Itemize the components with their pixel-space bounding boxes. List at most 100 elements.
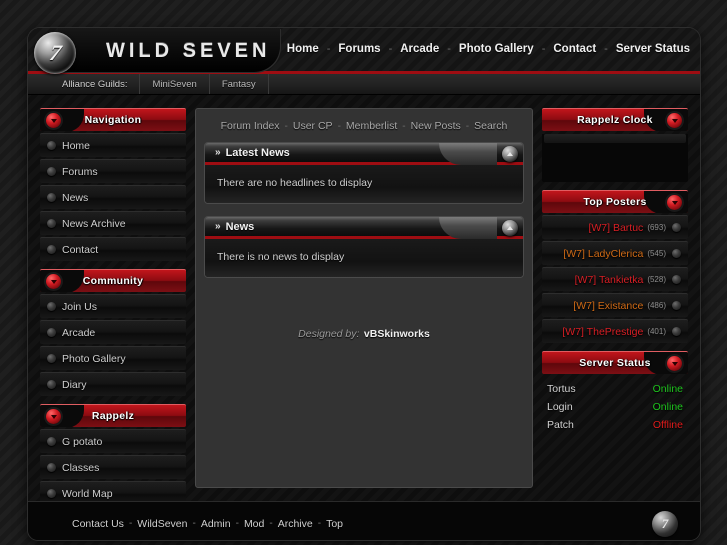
sidebar-item-label: Arcade [62,326,96,339]
top-poster-count: (693) [647,223,666,232]
designer-credit-prefix: Designed by: [298,328,360,340]
top-poster-name[interactable]: [W7] LadyClerica [563,248,643,260]
bullet-icon [47,167,56,176]
collapse-toggle-icon[interactable] [667,356,682,371]
footer-link-wildseven[interactable]: WildSeven [137,518,187,530]
top-poster-name[interactable]: [W7] Tankietka [575,274,644,286]
collapse-toggle-icon[interactable] [667,195,682,210]
bullet-icon [47,141,56,150]
bullet-icon [672,223,681,232]
collapse-toggle-icon[interactable] [46,409,61,424]
server-status-row: Tortus Online [542,380,688,398]
panel-rappelz-header[interactable]: Rappelz [40,404,186,427]
footer-link-admin[interactable]: Admin [201,518,231,530]
footer-link-mod[interactable]: Mod [244,518,264,530]
panel-server-status-title: Server Status [579,357,651,369]
panel-top-posters-header[interactable]: Top Posters [542,190,688,213]
footer-link-top[interactable]: Top [326,518,343,530]
primary-nav: Home - Forums - Arcade - Photo Gallery -… [285,42,692,56]
top-poster-name[interactable]: [W7] Existance [573,300,643,312]
sidebar-item-photo-gallery[interactable]: Photo Gallery [40,346,186,370]
footer-logo-icon[interactable]: 7 [652,511,678,537]
nav-item-home[interactable]: Home [285,42,321,56]
nav-separator: - [447,43,451,55]
news-header[interactable]: » News [205,217,523,239]
breadcrumb-forum-index[interactable]: Forum Index [221,120,280,132]
panel-rappelz: Rappelz G potato Classes World Map [40,404,186,505]
alliance-guild-miniseven[interactable]: MiniSeven [140,74,210,94]
collapse-toggle-icon[interactable] [46,113,61,128]
site-logo-icon[interactable]: 7 [34,32,76,74]
nav-item-photo-gallery[interactable]: Photo Gallery [457,42,536,56]
footer-link-contact-us[interactable]: Contact Us [72,518,124,530]
designer-credit: Designed by: vBSkinworks [204,324,524,342]
sidebar-item-home[interactable]: Home [40,133,186,157]
status-badge: Online [652,383,683,395]
list-item[interactable]: [W7] Existance (486) [542,293,688,317]
latest-news-title: Latest News [225,146,290,159]
main-content: Forum Index - User CP - Memberlist - New… [195,108,533,488]
collapse-toggle-icon[interactable] [502,146,518,162]
sidebar-item-label: Contact [62,243,99,256]
latest-news-block: » Latest News There are no headlines to … [204,142,524,204]
sidebar-item-label: G potato [62,435,103,448]
bullet-icon [47,245,56,254]
panel-rappelz-clock-header[interactable]: Rappelz Clock [542,108,688,131]
sidebar-item-diary[interactable]: Diary [40,372,186,396]
footer-link-archive[interactable]: Archive [278,518,313,530]
site-title: WILD SEVEN [106,40,271,62]
footer-logo-glyph: 7 [661,516,669,531]
breadcrumb-separator: - [284,120,288,132]
status-badge: Online [652,401,683,413]
list-item[interactable]: [W7] ThePrestige (401) [542,319,688,343]
bullet-icon [47,193,56,202]
bullet-icon [47,302,56,311]
footer-separator: - [192,518,196,529]
nav-item-server-status[interactable]: Server Status [614,42,692,56]
panel-community-header[interactable]: Community [40,269,186,292]
alliance-guilds-label: Alliance Guilds: [50,74,141,94]
bullet-icon [47,354,56,363]
nav-item-forums[interactable]: Forums [336,42,382,56]
breadcrumb-user-cp[interactable]: User CP [293,120,333,132]
collapse-toggle-icon[interactable] [502,220,518,236]
sidebar-item-news[interactable]: News [40,185,186,209]
top-poster-name[interactable]: [W7] Bartuc [588,222,643,234]
bullet-icon [47,437,56,446]
bullet-icon [672,275,681,284]
sidebar-item-arcade[interactable]: Arcade [40,320,186,344]
alliance-guild-fantasy[interactable]: Fantasy [210,74,269,94]
sidebar-item-join-us[interactable]: Join Us [40,294,186,318]
panel-navigation-list: Home Forums News News Archive Contact [40,133,186,261]
top-poster-name[interactable]: [W7] ThePrestige [562,326,643,338]
list-item[interactable]: [W7] LadyClerica (545) [542,241,688,265]
server-name: Login [547,401,573,413]
nav-item-arcade[interactable]: Arcade [398,42,441,56]
nav-separator: - [541,43,546,55]
nav-item-contact[interactable]: Contact [551,42,598,56]
panel-server-status: Server Status Tortus Online Login Online… [542,351,688,434]
bullet-icon [47,463,56,472]
sidebar-item-classes[interactable]: Classes [40,455,186,479]
sidebar-item-news-archive[interactable]: News Archive [40,211,186,235]
sidebar-item-gpotato[interactable]: G potato [40,429,186,453]
nav-separator: - [326,43,331,55]
panel-top-posters-title: Top Posters [583,196,647,208]
server-status-row: Patch Offline [542,416,688,434]
panel-community-title: Community [82,275,144,287]
panel-navigation-header[interactable]: Navigation [40,108,186,131]
sidebar-item-contact[interactable]: Contact [40,237,186,261]
designer-credit-name[interactable]: vBSkinworks [364,328,430,340]
collapse-toggle-icon[interactable] [667,113,682,128]
sidebar-item-forums[interactable]: Forums [40,159,186,183]
list-item[interactable]: [W7] Bartuc (693) [542,215,688,239]
latest-news-header[interactable]: » Latest News [205,143,523,165]
footer-separator: - [235,518,239,529]
panel-server-status-header[interactable]: Server Status [542,351,688,374]
breadcrumb-memberlist[interactable]: Memberlist [346,120,397,132]
collapse-toggle-icon[interactable] [46,274,61,289]
bullet-icon [672,301,681,310]
list-item[interactable]: [W7] Tankietka (528) [542,267,688,291]
breadcrumb-new-posts[interactable]: New Posts [411,120,461,132]
breadcrumb-search[interactable]: Search [474,120,507,132]
